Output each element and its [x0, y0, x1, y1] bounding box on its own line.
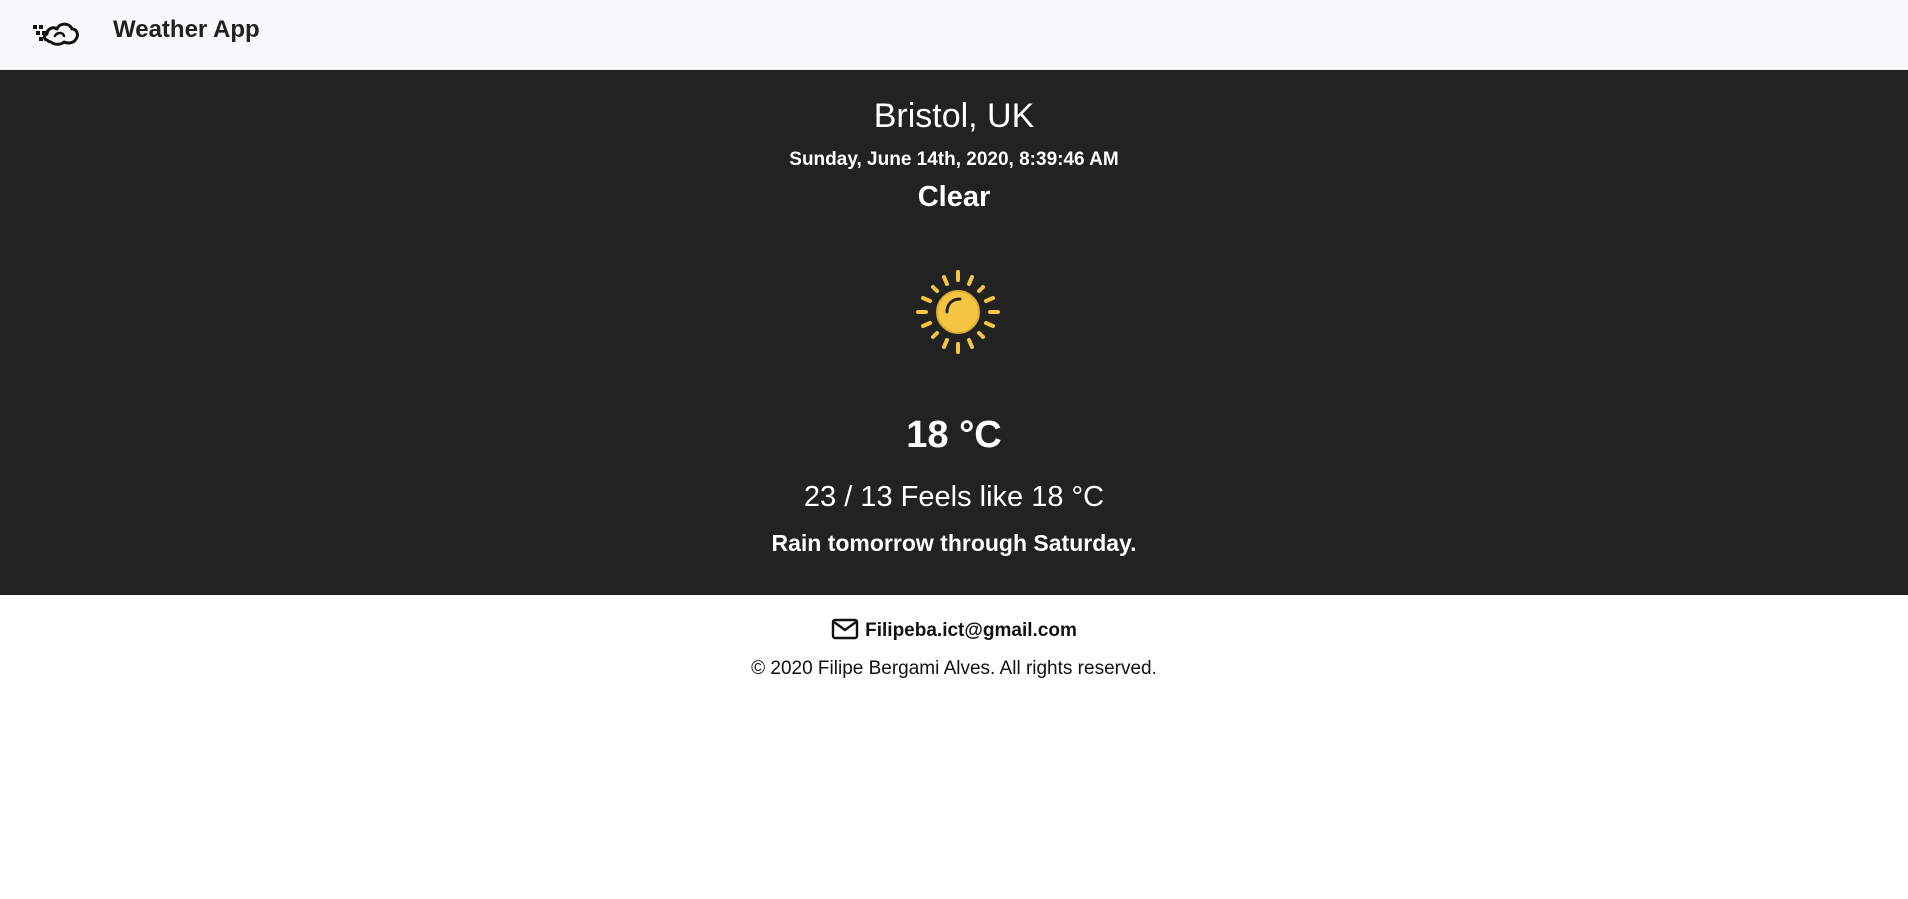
min-max-feels-like: 23 / 13 Feels like 18 °C — [803, 481, 1105, 513]
sun-icon — [914, 268, 1002, 356]
weather-panel: Bristol, UK Sunday, June 14th, 2020, 8:3… — [0, 70, 1908, 595]
email-link[interactable]: Filipeba.ict@gmail.com — [865, 620, 1077, 641]
current-temperature: 18 °C — [906, 414, 1002, 456]
current-datetime: Sunday, June 14th, 2020, 8:39:46 AM — [789, 149, 1119, 170]
footer: Filipeba.ict@gmail.com © 2020 Filipe Ber… — [0, 595, 1908, 899]
forecast-summary: Rain tomorrow through Saturday. — [771, 530, 1137, 556]
contact-email: Filipeba.ict@gmail.com — [0, 617, 1908, 644]
weather-condition: Clear — [917, 181, 991, 213]
app-title[interactable]: Weather App — [113, 15, 260, 45]
cloud-wind-icon[interactable] — [30, 14, 80, 50]
copyright-text: © 2020 Filipe Bergami Alves. All rights … — [751, 658, 1157, 679]
mail-icon — [831, 617, 859, 641]
navbar: Weather App — [0, 0, 1908, 70]
location-title: Bristol, UK — [873, 97, 1035, 135]
